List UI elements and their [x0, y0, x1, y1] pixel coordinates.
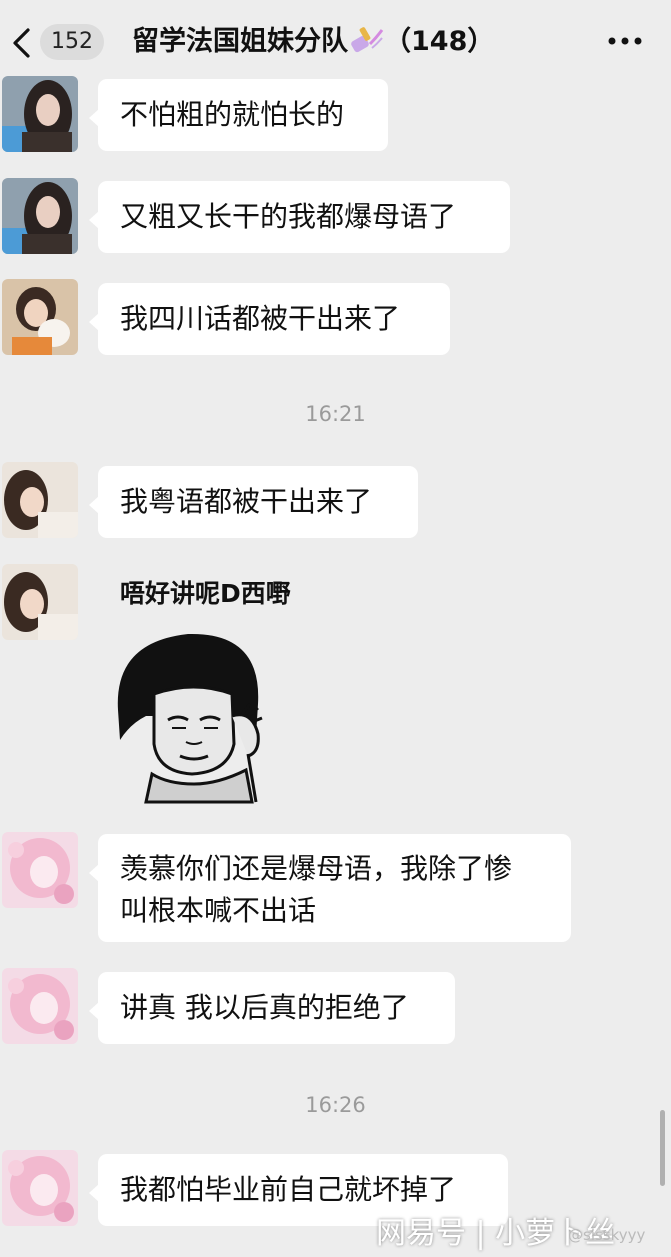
avatar-anime-icon: [2, 968, 78, 1044]
timestamp: 16:21: [305, 402, 366, 426]
avatar-sender-4[interactable]: [2, 968, 78, 1044]
avatar-sender-1[interactable]: [2, 76, 78, 152]
message-bubble-3[interactable]: 我四川话都被干出来了: [89, 283, 450, 355]
avatar-sender-4[interactable]: [2, 832, 78, 908]
message-bubble-2[interactable]: 又粗又长干的我都爆母语了: [89, 181, 510, 253]
avatar-anime-icon: [2, 1150, 78, 1226]
member-count: （148）: [384, 26, 495, 57]
chat-header: 152 留学法国姐妹分队 （148）: [0, 0, 671, 84]
meme-sticker-icon[interactable]: [106, 624, 290, 804]
chat-title: 留学法国姐妹分队 （148）: [132, 22, 494, 62]
watermark-small: @sisskyyy: [568, 1226, 646, 1244]
avatar-sender-2[interactable]: [2, 279, 78, 355]
avatar-photo-icon: [2, 76, 78, 152]
message-bubble-1[interactable]: 不怕粗的就怕长的: [89, 79, 388, 151]
nail-polish-emoji-icon: [351, 27, 384, 53]
message-bubble-7[interactable]: 讲真 我以后真的拒绝了: [89, 972, 455, 1044]
chevron-left-icon[interactable]: [8, 26, 36, 60]
timestamp: 16:26: [305, 1093, 366, 1117]
message-bubble-6[interactable]: 羡慕你们还是爆母语，我除了惨 叫根本喊不出话: [89, 834, 571, 942]
unread-count-badge[interactable]: 152: [40, 24, 104, 60]
avatar-photo-icon: [2, 279, 78, 355]
avatar-photo-icon: [2, 178, 78, 254]
avatar-anime-icon: [2, 832, 78, 908]
more-dots-icon[interactable]: [606, 34, 644, 48]
message-bubble-4[interactable]: 我粤语都被干出来了: [89, 466, 418, 538]
scrollbar[interactable]: [660, 1110, 665, 1186]
avatar-sender-1[interactable]: [2, 178, 78, 254]
avatar-photo-icon: [2, 462, 78, 538]
sticker-caption: 唔好讲呢D西嘢: [120, 579, 291, 608]
avatar-sender-3[interactable]: [2, 564, 78, 640]
chat-title-text: 留学法国姐妹分队: [132, 26, 348, 57]
avatar-sender-4[interactable]: [2, 1150, 78, 1226]
avatar-sender-3[interactable]: [2, 462, 78, 538]
avatar-photo-icon: [2, 564, 78, 640]
